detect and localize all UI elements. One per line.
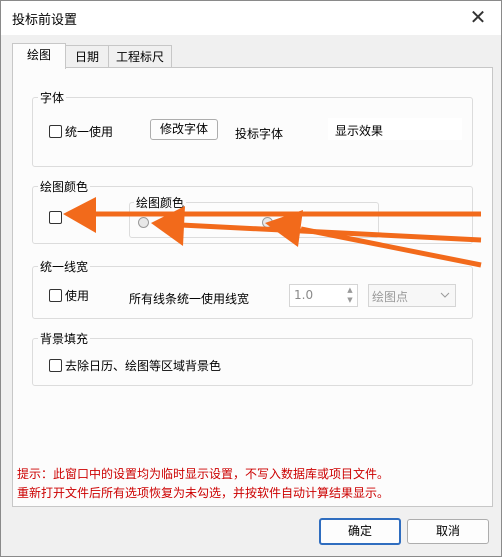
tab-panel-drawing: 字体 统一使用 修改字体 投标字体 显示效果 绘图颜色 绘图颜色 统一线宽 使用… <box>12 67 493 507</box>
cancel-button[interactable]: 取消 <box>407 519 489 544</box>
tab-project-ruler[interactable]: 工程标尺 <box>108 45 172 68</box>
tab-label: 绘图 <box>26 48 51 62</box>
unify-font-checkbox[interactable] <box>49 125 62 138</box>
remove-background-label: 去除日历、绘图等区域背景色 <box>65 359 222 373</box>
cancel-button-label: 取消 <box>435 524 460 538</box>
tab-date[interactable]: 日期 <box>64 45 110 68</box>
modify-font-button-label: 修改字体 <box>159 122 208 136</box>
unify-font-label: 统一使用 <box>65 125 114 139</box>
background-fill-group-title: 背景填充 <box>38 330 91 347</box>
ok-button-label: 确定 <box>347 524 372 538</box>
drawing-color-group: 绘图颜色 绘图颜色 <box>32 178 473 244</box>
font-group-title: 字体 <box>38 89 67 106</box>
line-width-group: 统一线宽 使用 所有线条统一使用线宽 1.0 ▲ ▼ 绘图点 <box>32 258 473 319</box>
drawing-color-checkbox[interactable] <box>49 211 62 224</box>
line-width-checkbox[interactable] <box>49 289 62 302</box>
ok-button[interactable]: 确定 <box>319 518 401 545</box>
modify-font-button[interactable]: 修改字体 <box>150 119 218 140</box>
background-fill-group: 背景填充 去除日历、绘图等区域背景色 <box>32 330 473 386</box>
drawing-color-inner-label: 绘图颜色 <box>134 194 187 211</box>
line-width-stepper[interactable]: 1.0 ▲ ▼ <box>289 284 358 307</box>
line-width-use-label: 使用 <box>65 289 90 303</box>
line-width-value: 1.0 <box>294 288 314 302</box>
note-line-2: 重新打开文件后所有选项恢复为未勾选，并按软件自动计算结果显示。 <box>17 486 390 500</box>
note-line-1: 提示：此窗口中的设置均为临时显示设置，不写入数据库或项目文件。 <box>17 467 390 481</box>
remove-background-checkbox[interactable] <box>49 359 62 372</box>
font-preview-text: 显示效果 <box>335 124 384 138</box>
color-radio-2[interactable] <box>262 217 273 228</box>
line-width-group-title: 统一线宽 <box>38 258 91 275</box>
tab-drawing[interactable]: 绘图 <box>12 43 66 69</box>
settings-dialog: 投标前设置 ✕ 绘图 日期 工程标尺 字体 统一使用 修改字体 投标字体 显示效… <box>0 0 502 557</box>
tab-label: 工程标尺 <box>115 50 164 64</box>
chevron-down-icon <box>440 292 450 298</box>
title-bar: 投标前设置 ✕ <box>1 1 501 35</box>
tab-label: 日期 <box>74 50 99 64</box>
window-title: 投标前设置 <box>12 13 78 28</box>
stepper-up-icon[interactable]: ▲ <box>345 286 355 295</box>
line-width-unit-select[interactable]: 绘图点 <box>368 284 456 307</box>
font-group: 字体 统一使用 修改字体 投标字体 显示效果 <box>32 89 473 167</box>
color-radio-1[interactable] <box>138 217 149 228</box>
close-icon[interactable]: ✕ <box>463 4 493 30</box>
line-width-unit-value: 绘图点 <box>372 290 409 304</box>
font-name-label: 投标字体 <box>235 127 284 141</box>
font-preview-box: 显示效果 <box>328 118 462 140</box>
drawing-color-group-title: 绘图颜色 <box>38 178 91 195</box>
stepper-down-icon[interactable]: ▼ <box>345 296 355 305</box>
line-width-desc-label: 所有线条统一使用线宽 <box>129 292 250 306</box>
drawing-color-subgroup: 绘图颜色 <box>129 194 379 238</box>
